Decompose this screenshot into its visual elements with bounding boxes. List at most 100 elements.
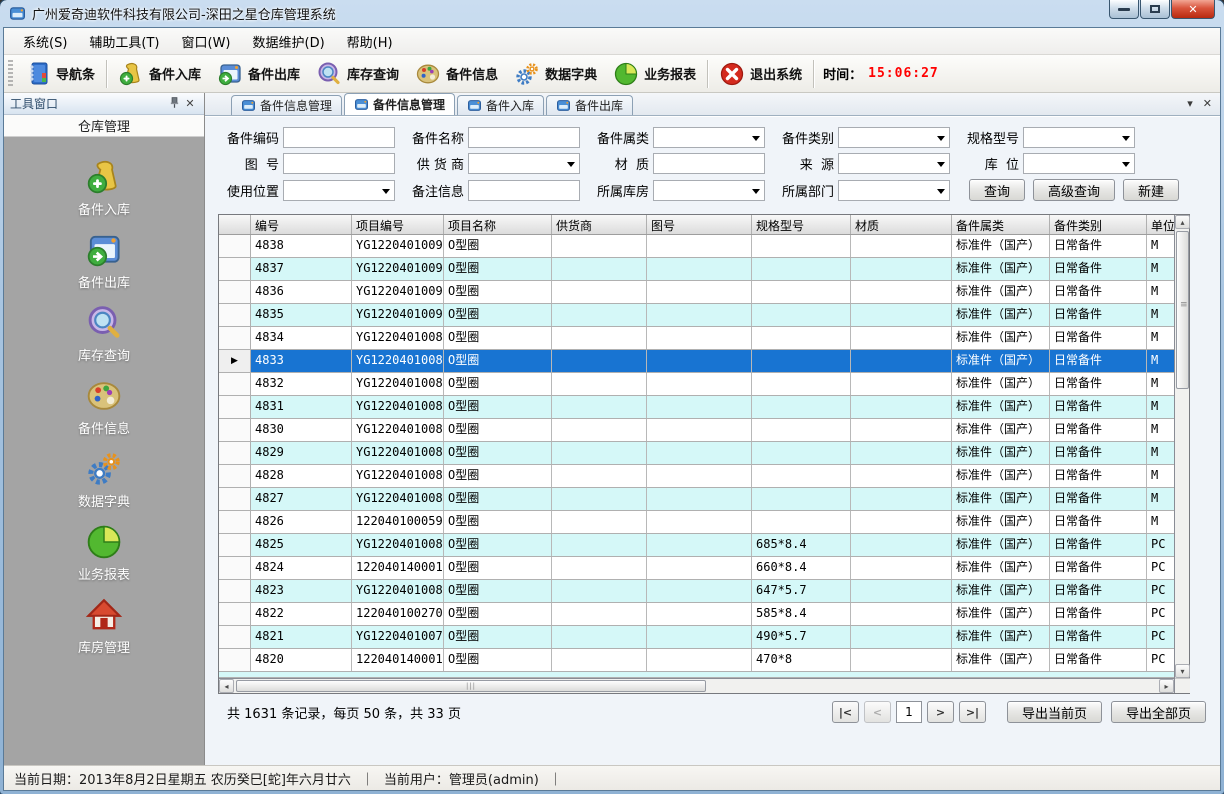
- drawing-no-input[interactable]: [284, 156, 394, 175]
- sidebar-item-warehouse-mgmt[interactable]: 库房管理: [4, 596, 204, 656]
- table-row[interactable]: 4827YG12204010082O型圈标准件（国产）日常备件M: [219, 488, 1174, 511]
- part-type-select[interactable]: [838, 127, 950, 148]
- toolbar-data-dictionary[interactable]: 数据字典: [506, 58, 605, 90]
- scroll-right-icon[interactable]: ▸: [1159, 679, 1174, 693]
- tab-parts-inbound[interactable]: 备件入库: [457, 95, 544, 115]
- part-code-input[interactable]: [283, 127, 395, 148]
- table-row[interactable]: 4832YG12204010087O型圈标准件（国产）日常备件M: [219, 373, 1174, 396]
- toolbar-parts-inbound[interactable]: 备件入库: [110, 58, 209, 90]
- material-input[interactable]: [654, 156, 764, 175]
- menu-system[interactable]: 系统(S): [12, 28, 78, 55]
- row-selector[interactable]: [219, 511, 251, 533]
- column-header[interactable]: 项目名称: [444, 215, 552, 234]
- table-row[interactable]: 4831YG12204010086O型圈标准件（国产）日常备件M: [219, 396, 1174, 419]
- material-input[interactable]: [653, 153, 765, 174]
- sidebar-item-business-report[interactable]: 业务报表: [4, 523, 204, 583]
- sidebar-item-parts-outbound[interactable]: 备件出库: [4, 231, 204, 291]
- table-row[interactable]: 4835YG12204010090O型圈标准件（国产）日常备件M: [219, 304, 1174, 327]
- tab-parts-info-mgmt-2[interactable]: 备件信息管理: [344, 93, 455, 115]
- column-header[interactable]: 备件属类: [952, 215, 1050, 234]
- scroll-down-icon[interactable]: ▾: [1175, 664, 1190, 678]
- last-page-button[interactable]: >|: [959, 701, 986, 723]
- row-selector[interactable]: [219, 557, 251, 579]
- column-header[interactable]: 图号: [647, 215, 752, 234]
- row-selector[interactable]: [219, 626, 251, 648]
- table-row[interactable]: 4821YG12204010079O型圈490*5.7标准件（国产）日常备件PC: [219, 626, 1174, 649]
- hscroll-thumb[interactable]: |||: [236, 680, 706, 692]
- menu-data-maintain[interactable]: 数据维护(D): [242, 28, 336, 55]
- toolbar-exit-system[interactable]: 退出系统: [711, 58, 810, 90]
- part-category-select[interactable]: [653, 127, 765, 148]
- table-row[interactable]: 4837YG12204010092O型圈标准件（国产）日常备件M: [219, 258, 1174, 281]
- row-selector[interactable]: [219, 396, 251, 418]
- new-button[interactable]: 新建: [1123, 179, 1179, 201]
- advanced-query-button[interactable]: 高级查询: [1033, 179, 1115, 201]
- table-row[interactable]: 4823YG12204010080O型圈647*5.7标准件（国产）日常备件PC: [219, 580, 1174, 603]
- part-name-input[interactable]: [468, 127, 580, 148]
- scroll-left-icon[interactable]: ◂: [219, 679, 234, 693]
- drawing-no-input[interactable]: [283, 153, 395, 174]
- table-row[interactable]: 4834YG12204010089O型圈标准件（国产）日常备件M: [219, 327, 1174, 350]
- row-selector[interactable]: [219, 235, 251, 257]
- close-icon[interactable]: ✕: [1203, 97, 1212, 110]
- column-header[interactable]: 备件类别: [1050, 215, 1147, 234]
- column-header[interactable]: 规格型号: [752, 215, 851, 234]
- part-code-input[interactable]: [284, 130, 394, 149]
- usage-position-select[interactable]: [283, 180, 395, 201]
- menu-window[interactable]: 窗口(W): [171, 28, 242, 55]
- first-page-button[interactable]: |<: [832, 701, 859, 723]
- row-selector[interactable]: [219, 373, 251, 395]
- toolbar-navigator[interactable]: 导航条: [17, 58, 103, 90]
- query-button[interactable]: 查询: [969, 179, 1025, 201]
- close-button[interactable]: ✕: [1171, 0, 1215, 19]
- column-header[interactable]: 编号: [251, 215, 352, 234]
- table-row[interactable]: 4830YG12204010085O型圈标准件（国产）日常备件M: [219, 419, 1174, 442]
- spec-model-select[interactable]: [1023, 127, 1135, 148]
- toolbar-stock-query[interactable]: 库存查询: [308, 58, 407, 90]
- table-row[interactable]: 4828YG12204010083O型圈标准件（国产）日常备件M: [219, 465, 1174, 488]
- sidebar-item-stock-query[interactable]: 库存查询: [4, 304, 204, 364]
- table-row[interactable]: 4825YG12204010081O型圈685*8.4标准件（国产）日常备件PC: [219, 534, 1174, 557]
- vertical-scrollbar[interactable]: ▴ ▾: [1174, 215, 1189, 693]
- supplier-select[interactable]: [468, 153, 580, 174]
- row-selector[interactable]: [219, 580, 251, 602]
- row-selector[interactable]: [219, 442, 251, 464]
- table-row[interactable]: 48221220401002700O型圈585*8.4标准件（国产）日常备件PC: [219, 603, 1174, 626]
- sidebar-item-parts-info[interactable]: 备件信息: [4, 377, 204, 437]
- export-current-page-button[interactable]: 导出当前页: [1007, 701, 1102, 723]
- prev-page-button[interactable]: <: [864, 701, 891, 723]
- export-all-pages-button[interactable]: 导出全部页: [1111, 701, 1206, 723]
- row-selector[interactable]: ▶: [219, 350, 251, 372]
- sidebar-item-data-dictionary[interactable]: 数据字典: [4, 450, 204, 510]
- tab-parts-info-mgmt-1[interactable]: 备件信息管理: [231, 95, 342, 115]
- table-row[interactable]: 48201220401400013O型圈470*8标准件（国产）日常备件PC: [219, 649, 1174, 672]
- row-selector[interactable]: [219, 281, 251, 303]
- table-row[interactable]: 4838YG12204010093O型圈标准件（国产）日常备件M: [219, 235, 1174, 258]
- toolbar-grip[interactable]: [8, 60, 13, 88]
- scroll-up-icon[interactable]: ▴: [1175, 215, 1190, 229]
- maximize-button[interactable]: [1140, 0, 1170, 19]
- page-number-input[interactable]: 1: [896, 701, 922, 723]
- row-selector[interactable]: [219, 465, 251, 487]
- menu-help[interactable]: 帮助(H): [336, 28, 404, 55]
- table-row[interactable]: 48241220401400012O型圈660*8.4标准件（国产）日常备件PC: [219, 557, 1174, 580]
- remark-input[interactable]: [468, 180, 580, 201]
- table-row[interactable]: ▶4833YG12204010088O型圈标准件（国产）日常备件M: [219, 350, 1174, 373]
- row-selector[interactable]: [219, 327, 251, 349]
- next-page-button[interactable]: >: [927, 701, 954, 723]
- location-select[interactable]: [1023, 153, 1135, 174]
- menu-aux-tools[interactable]: 辅助工具(T): [78, 28, 170, 55]
- row-selector[interactable]: [219, 304, 251, 326]
- department-select[interactable]: [838, 180, 950, 201]
- warehouse-select[interactable]: [653, 180, 765, 201]
- row-selector[interactable]: [219, 488, 251, 510]
- tab-parts-outbound[interactable]: 备件出库: [546, 95, 633, 115]
- source-select[interactable]: [838, 153, 950, 174]
- column-header[interactable]: 单位: [1147, 215, 1175, 234]
- table-row[interactable]: 4829YG12204010084O型圈标准件（国产）日常备件M: [219, 442, 1174, 465]
- close-icon[interactable]: ✕: [182, 97, 198, 110]
- column-header[interactable]: 供货商: [552, 215, 647, 234]
- table-row[interactable]: 48261220401000599O型圈标准件（国产）日常备件M: [219, 511, 1174, 534]
- row-selector[interactable]: [219, 258, 251, 280]
- table-row[interactable]: 4836YG12204010091O型圈标准件（国产）日常备件M: [219, 281, 1174, 304]
